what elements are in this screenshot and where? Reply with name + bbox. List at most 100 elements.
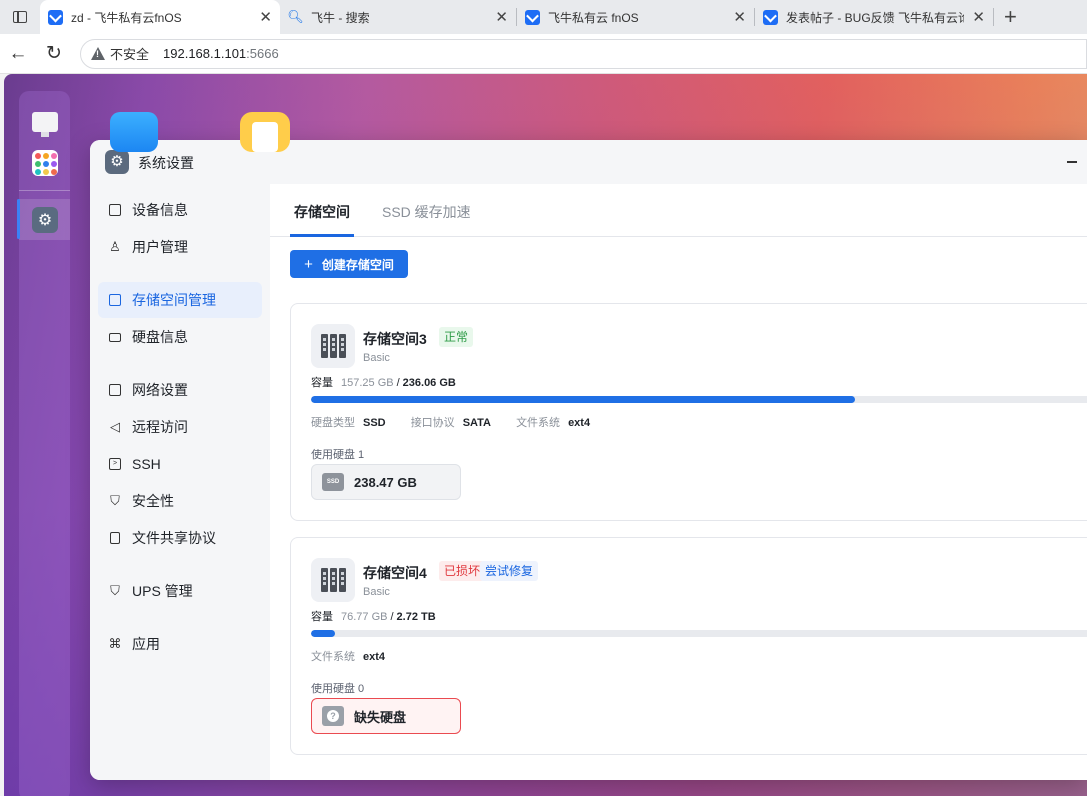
sidebar-item-label: 设备信息: [132, 202, 188, 218]
capacity-used: 76.77 GB: [341, 611, 388, 623]
settings-window: ⚙ 系统设置 设备信息 ♙ 用户管理 存储空间管理 硬盘信息 网络设置 ◁ 远程…: [90, 140, 1087, 780]
close-tab-icon[interactable]: ✕: [495, 8, 508, 26]
usage-progress-fill: [311, 396, 855, 403]
usage-progress-fill: [311, 630, 335, 637]
url-input[interactable]: 不安全 192.168.1.101 :5666: [80, 38, 1087, 69]
ssd-icon: SSD: [322, 473, 344, 491]
storage-icon: [108, 293, 122, 307]
close-tab-icon[interactable]: ✕: [259, 8, 272, 26]
storage-pool-card[interactable]: 存储空间3 正常 Basic 容量 157.25 GB/236.06 GB 硬盘类…: [290, 303, 1087, 521]
usage-progress-bar: [311, 630, 1087, 637]
meta-value: SATA: [462, 417, 491, 429]
sidebar-item-label: 文件共享协议: [132, 530, 216, 546]
close-tab-icon[interactable]: ✕: [972, 8, 985, 26]
user-icon: ♙: [109, 239, 121, 254]
browser-tab-4[interactable]: 发表帖子 - BUG反馈 飞牛私有云论 ✕: [755, 0, 993, 34]
pool-meta-row: 文件系统 ext4: [311, 648, 407, 664]
sidebar-item-network[interactable]: 网络设置: [98, 372, 262, 408]
file-manager-icon[interactable]: [110, 112, 158, 152]
active-tab-indicator: [290, 234, 354, 237]
disk-chip[interactable]: SSD 238.47 GB: [311, 464, 461, 500]
security-label[interactable]: 不安全: [110, 44, 149, 63]
meta-value: ext4: [568, 417, 591, 429]
storage-pool-card[interactable]: 存储空间4 已损坏 尝试修复 Basic 容量 76.77 GB/2.72 TB …: [290, 537, 1087, 755]
tab-storage[interactable]: 存储空间: [294, 202, 350, 222]
fnos-favicon-icon: [763, 9, 778, 25]
sidebar-item-device-info[interactable]: 设备信息: [98, 192, 262, 228]
capacity-label: 容量: [311, 611, 333, 623]
missing-disk-chip[interactable]: ? 缺失硬盘: [311, 698, 461, 734]
capacity-row: 容量 76.77 GB/2.72 TB: [311, 608, 436, 624]
dock-separator: [19, 190, 70, 191]
tab-actions-icon[interactable]: [0, 0, 40, 34]
status-badge: 正常: [439, 327, 474, 347]
window-title: 系统设置: [138, 155, 194, 171]
fnos-favicon-icon: [525, 9, 540, 25]
sidebar-item-disk-info[interactable]: 硬盘信息: [98, 319, 262, 355]
tab-ssd-cache[interactable]: SSD 缓存加速: [382, 202, 471, 222]
capacity-label: 容量: [311, 377, 333, 389]
usage-progress-bar: [311, 396, 1087, 403]
back-icon[interactable]: ←: [0, 43, 36, 65]
capacity-row: 容量 157.25 GB/236.06 GB: [311, 374, 456, 390]
disk-chip-label: 238.47 GB: [354, 474, 417, 490]
disk-icon: [108, 330, 122, 344]
notes-app-icon[interactable]: [240, 112, 290, 152]
pool-name: 存储空间3: [363, 331, 427, 347]
capacity-separator: /: [390, 611, 394, 623]
server-icon: [311, 324, 355, 368]
browser-tab-2[interactable]: 🔍︎ 飞牛 - 搜索 ✕: [280, 0, 516, 34]
meta-value: ext4: [363, 651, 386, 663]
monitor-icon[interactable]: [32, 112, 58, 137]
ups-icon: ⛉: [110, 583, 120, 598]
capacity-used: 157.25 GB: [341, 377, 394, 389]
url-host: 192.168.1.101: [163, 46, 247, 61]
disk-chip-label: 缺失硬盘: [354, 709, 407, 725]
dock-active-indicator: [17, 199, 20, 239]
new-tab-icon[interactable]: +: [1004, 4, 1017, 30]
sidebar-item-security[interactable]: ⛉ 安全性: [98, 483, 262, 519]
meta-key: 硬盘类型: [311, 417, 355, 429]
sidebar-item-label: 网络设置: [132, 382, 188, 398]
sidebar-item-file-sharing[interactable]: 文件共享协议: [98, 520, 262, 556]
sidebar-item-remote-access[interactable]: ◁ 远程访问: [98, 409, 262, 445]
window-titlebar[interactable]: ⚙ 系统设置: [90, 140, 1087, 184]
status-badge: 已损坏: [439, 561, 486, 581]
sidebar-item-label: 远程访问: [132, 419, 188, 435]
meta-key: 文件系统: [516, 417, 561, 429]
disks-used-label: 使用硬盘 1: [311, 449, 365, 461]
browser-tabbar: zd - 飞牛私有云fnOS ✕ 🔍︎ 飞牛 - 搜索 ✕ 飞牛私有云 fnOS…: [0, 0, 1087, 34]
sidebar-item-label: 安全性: [132, 493, 174, 509]
content-tabs: 存储空间 SSD 缓存加速: [270, 184, 1087, 237]
reload-icon[interactable]: ↻: [36, 42, 72, 65]
file-icon: [108, 531, 122, 545]
pool-type: Basic: [363, 586, 390, 598]
tab-separator: [993, 8, 994, 26]
create-storage-button[interactable]: + 创建存储空间: [290, 250, 408, 278]
settings-gear-icon[interactable]: ⚙: [32, 207, 58, 233]
browser-tab-1[interactable]: zd - 飞牛私有云fnOS ✕: [40, 0, 280, 34]
unknown-disk-icon: ?: [322, 706, 344, 726]
meta-value: SSD: [363, 417, 386, 429]
sidebar-item-label: 硬盘信息: [132, 329, 188, 345]
app-launcher-icon[interactable]: [32, 150, 58, 176]
repair-link[interactable]: 尝试修复: [480, 561, 539, 581]
sidebar-item-ups[interactable]: ⛉ UPS 管理: [98, 573, 262, 609]
settings-app-icon: ⚙: [105, 150, 129, 174]
meta-key: 文件系统: [311, 651, 355, 663]
browser-tab-3[interactable]: 飞牛私有云 fnOS ✕: [517, 0, 754, 34]
sidebar-item-ssh[interactable]: > SSH: [98, 446, 262, 482]
sidebar-item-apps[interactable]: ⌘ 应用: [98, 626, 262, 662]
settings-content: 存储空间 SSD 缓存加速 + 创建存储空间 存储空间3 正常 Basic 容量…: [270, 184, 1087, 780]
sidebar-item-users[interactable]: ♙ 用户管理: [98, 229, 262, 265]
pool-type: Basic: [363, 352, 390, 364]
capacity-total: 236.06 GB: [402, 377, 456, 389]
close-tab-icon[interactable]: ✕: [733, 8, 746, 26]
browser-tab-title: zd - 飞牛私有云fnOS: [71, 10, 182, 25]
sidebar-item-label: 应用: [132, 636, 160, 652]
fnos-favicon-icon: [48, 9, 63, 25]
pool-meta-row: 硬盘类型 SSD 接口协议 SATA 文件系统 ext4: [311, 414, 612, 430]
network-icon: [108, 383, 122, 397]
minimize-icon[interactable]: [1067, 161, 1077, 163]
sidebar-item-storage[interactable]: 存储空间管理: [98, 282, 262, 318]
